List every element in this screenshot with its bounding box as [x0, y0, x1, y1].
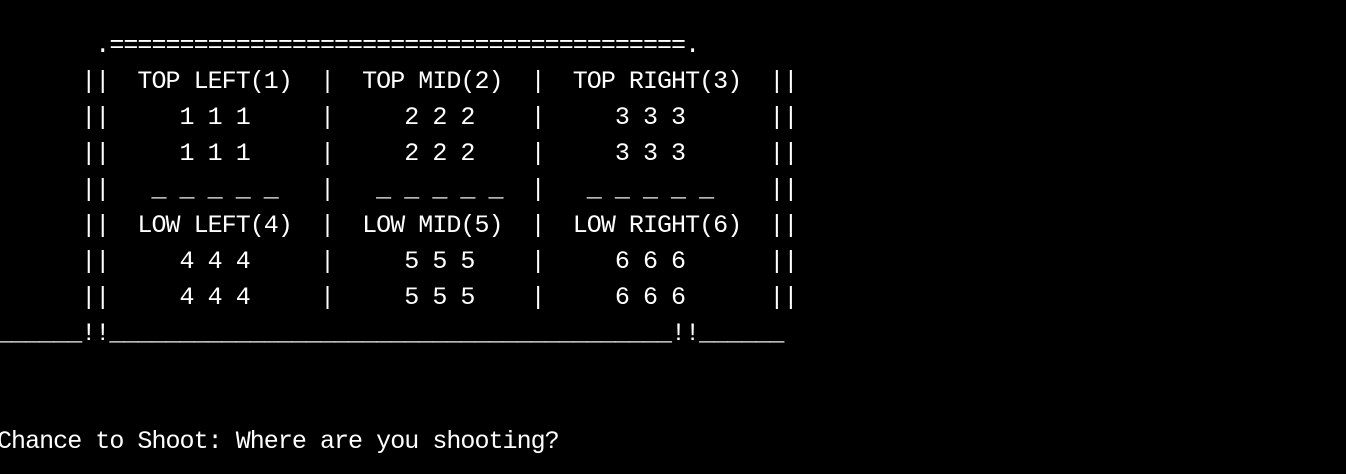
- goal-row-low-labels: || LOW LEFT(4) | LOW MID(5) | LOW RIGHT(…: [0, 211, 798, 240]
- goal-row-low-1: || 4 4 4 | 5 5 5 | 6 6 6 ||: [0, 247, 798, 276]
- goal-row-low-2: || 4 4 4 | 5 5 5 | 6 6 6 ||: [0, 283, 798, 312]
- shoot-prompt: Chance to Shoot: Where are you shooting?: [0, 427, 560, 456]
- goal-row-top-2: || 1 1 1 | 2 2 2 | 3 3 3 ||: [0, 139, 798, 168]
- terminal-window: .=======================================…: [0, 0, 1346, 474]
- goal-row-top-1: || 1 1 1 | 2 2 2 | 3 3 3 ||: [0, 103, 798, 132]
- goal-row-divider: || _ _ _ _ _ | _ _ _ _ _ | _ _ _ _ _ ||: [0, 175, 798, 204]
- goal-ground-line: ______!!________________________________…: [0, 319, 784, 348]
- goal-crossbar: .=======================================…: [0, 31, 700, 60]
- goal-row-top-labels: || TOP LEFT(1) | TOP MID(2) | TOP RIGHT(…: [0, 67, 798, 96]
